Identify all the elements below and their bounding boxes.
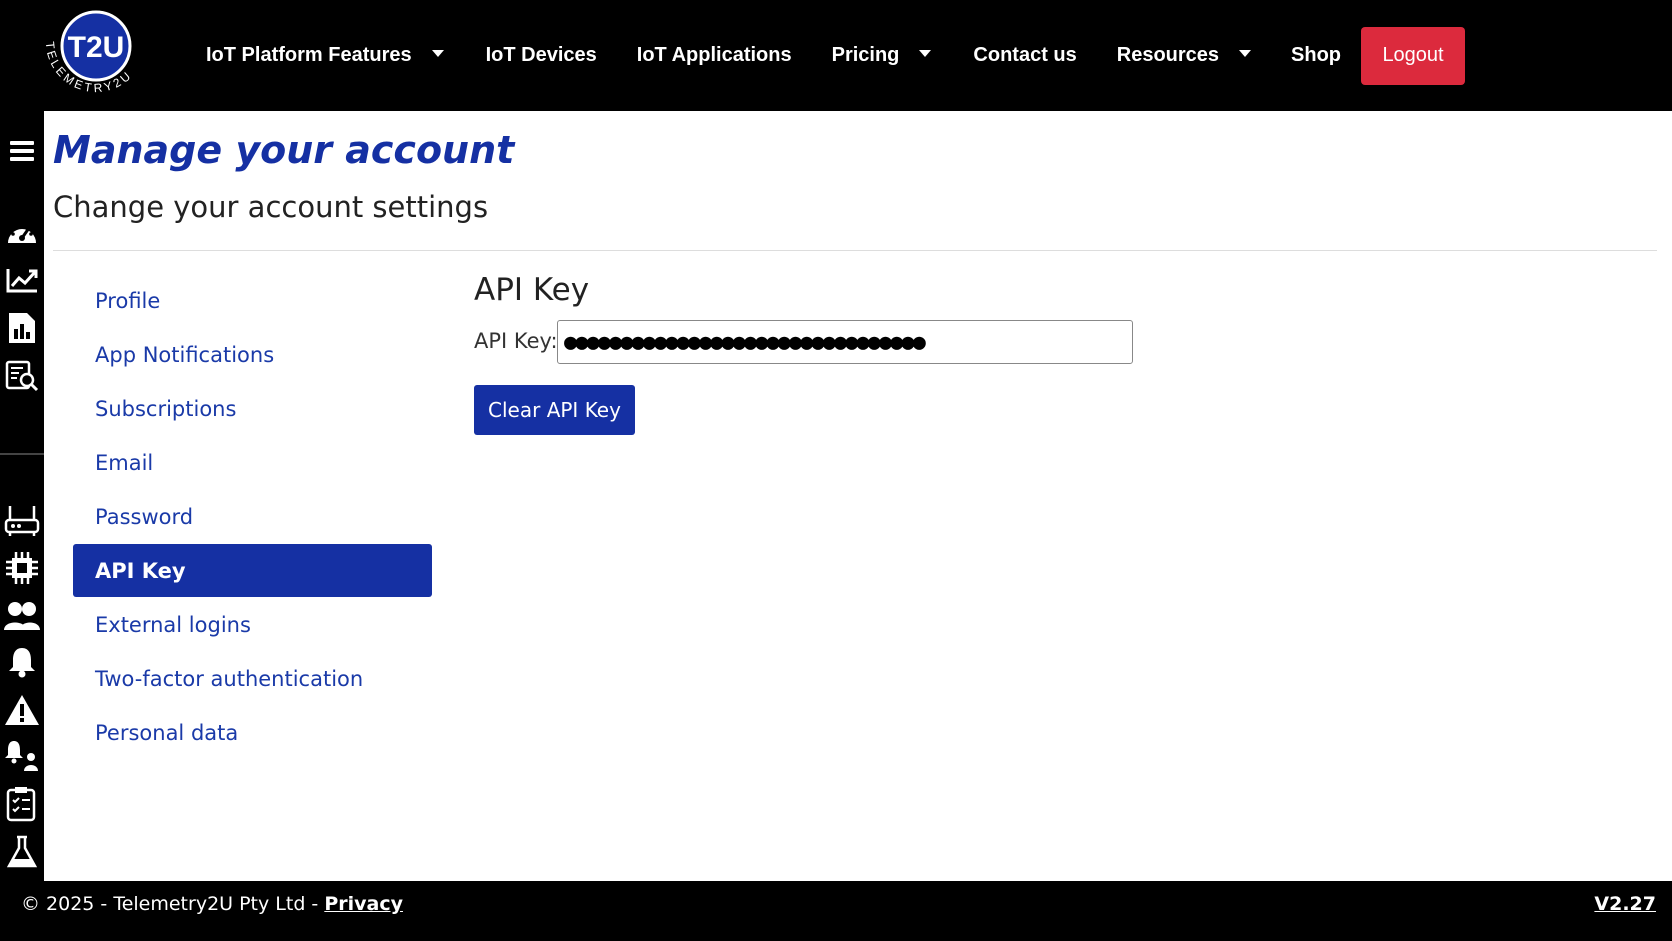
checklist-icon[interactable] — [3, 785, 41, 823]
page-title: Manage your account — [53, 128, 515, 172]
menu-item-app-notifications[interactable]: App Notifications — [73, 328, 432, 381]
section-title: API Key — [474, 272, 590, 308]
footer: © 2025 - Telemetry2U Pty Ltd - Privacy V… — [0, 881, 1672, 941]
menu-item-password[interactable]: Password — [73, 490, 432, 543]
sidebar-divider — [0, 453, 44, 455]
menu-item-two-factor-authentication[interactable]: Two-factor authentication — [73, 652, 432, 705]
nav-iot-applications[interactable]: IoT Applications — [637, 44, 792, 67]
nav-label: Contact us — [973, 44, 1077, 66]
header-divider — [53, 250, 1657, 251]
report-icon[interactable] — [3, 309, 41, 347]
users-icon[interactable] — [3, 597, 41, 635]
bell-icon[interactable] — [3, 643, 41, 681]
footer-copyright: © 2025 - Telemetry2U Pty Ltd - Privacy — [21, 893, 403, 915]
alert-rules-icon[interactable] — [3, 737, 41, 775]
lab-flask-icon[interactable] — [3, 833, 41, 871]
main-nav: IoT Platform Features IoT Devices IoT Ap… — [206, 0, 1466, 111]
nav-label: IoT Devices — [485, 44, 597, 66]
trend-chart-icon[interactable] — [3, 261, 41, 299]
chip-icon[interactable] — [3, 549, 41, 587]
nav-iot-devices[interactable]: IoT Devices — [486, 44, 597, 67]
menu-item-api-key[interactable]: API Key — [73, 544, 432, 597]
logout-button[interactable]: Logout — [1361, 26, 1466, 85]
nav-shop[interactable]: Shop — [1291, 44, 1341, 67]
menu-item-subscriptions[interactable]: Subscriptions — [73, 382, 432, 435]
nav-label: IoT Applications — [636, 44, 792, 66]
copyright-text: © 2025 - Telemetry2U Pty Ltd - — [21, 893, 325, 915]
api-key-label: API Key: — [474, 329, 558, 353]
nav-label: Resources — [1116, 44, 1220, 66]
data-search-icon[interactable] — [3, 357, 41, 395]
caret-down-icon — [431, 50, 444, 57]
nav-iot-platform-features[interactable]: IoT Platform Features — [206, 44, 444, 67]
telemetry2u-logo[interactable]: T2U TELEMETRY2U — [38, 6, 154, 104]
warning-icon[interactable] — [3, 691, 41, 729]
page-subtitle: Change your account settings — [53, 190, 489, 224]
top-navbar: T2U TELEMETRY2U IoT Platform Features Io… — [0, 0, 1672, 111]
menu-item-personal-data[interactable]: Personal data — [73, 706, 432, 759]
logo-text: T2U — [68, 31, 125, 64]
menu-item-profile[interactable]: Profile — [73, 274, 432, 327]
menu-icon[interactable] — [0, 111, 44, 191]
api-key-input[interactable] — [557, 320, 1133, 364]
nav-resources[interactable]: Resources — [1116, 44, 1252, 67]
gateway-router-icon[interactable] — [3, 501, 41, 539]
account-settings-menu: Profile App Notifications Subscriptions … — [73, 274, 432, 760]
nav-label: Pricing — [831, 44, 900, 66]
version-label[interactable]: V2.27 — [1594, 893, 1656, 915]
privacy-link[interactable]: Privacy — [324, 893, 403, 915]
nav-pricing[interactable]: Pricing — [832, 44, 932, 67]
caret-down-icon — [1239, 50, 1252, 57]
nav-contact-us[interactable]: Contact us — [973, 44, 1076, 67]
nav-label: Shop — [1291, 44, 1342, 66]
clear-api-key-button[interactable]: Clear API Key — [474, 385, 635, 435]
caret-down-icon — [919, 50, 932, 57]
nav-label: IoT Platform Features — [206, 44, 412, 66]
menu-item-external-logins[interactable]: External logins — [73, 598, 432, 651]
menu-item-email[interactable]: Email — [73, 436, 432, 489]
dashboard-gauge-icon[interactable] — [3, 213, 41, 251]
icon-sidebar — [0, 111, 44, 881]
